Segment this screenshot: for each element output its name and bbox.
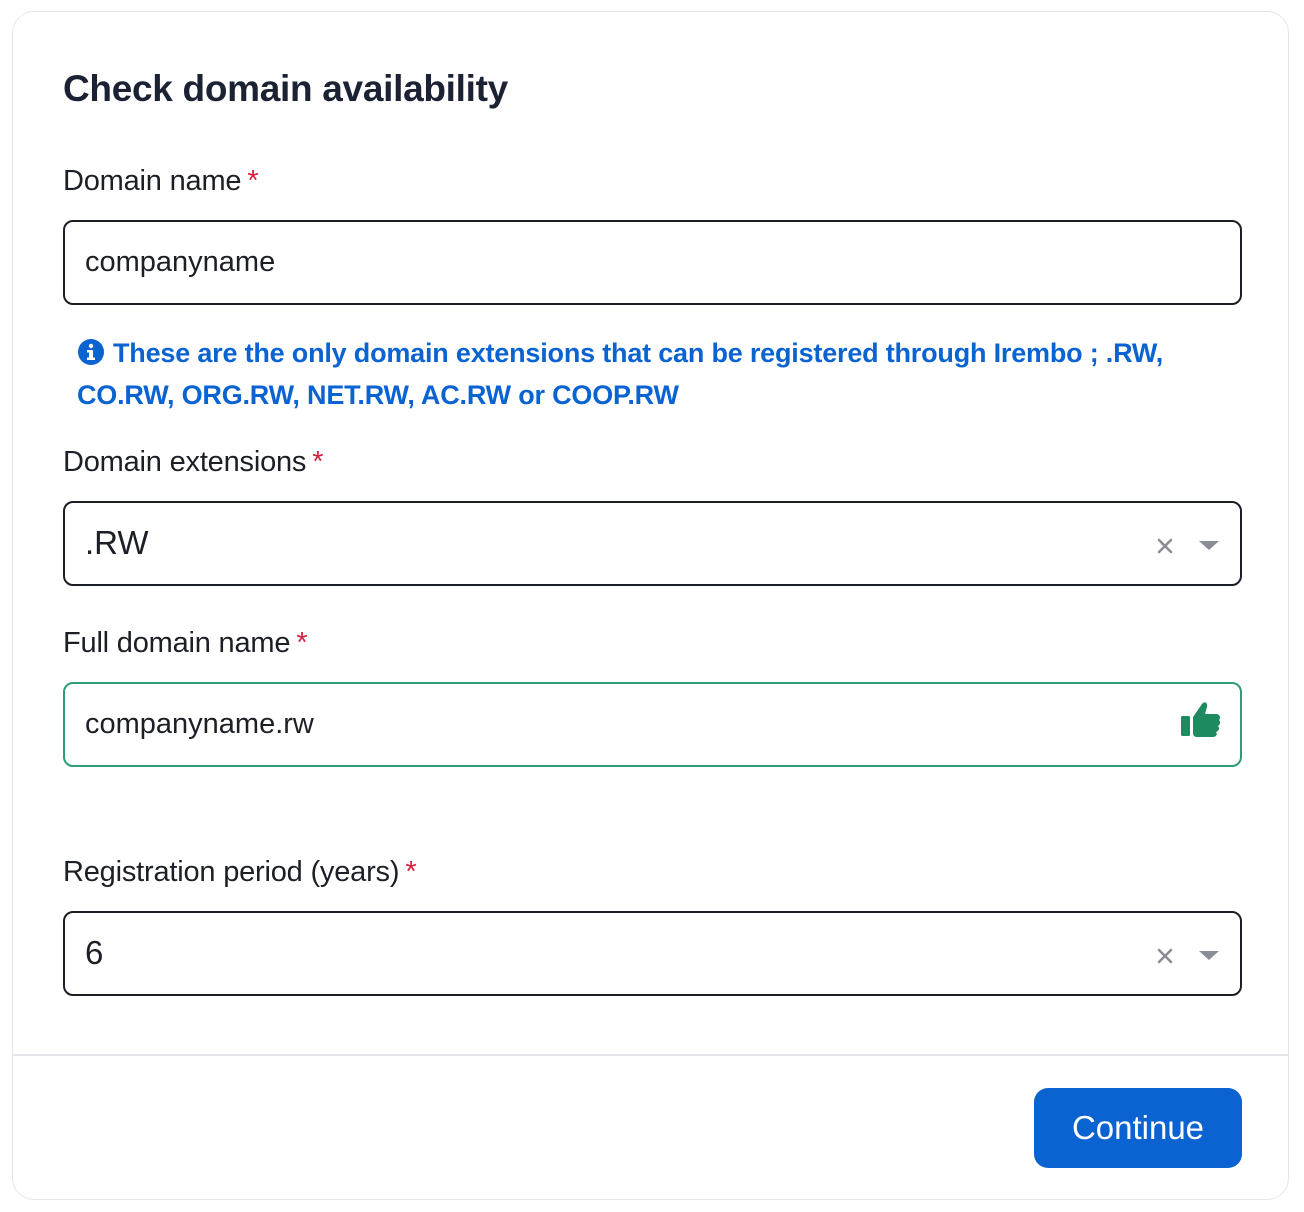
clear-icon[interactable]: [1152, 531, 1180, 559]
required-marker: *: [405, 856, 417, 888]
required-marker: *: [247, 165, 259, 197]
full-domain-name-label: Full domain name *: [63, 627, 308, 660]
continue-button[interactable]: Continue: [1034, 1088, 1242, 1168]
thumbs-up-icon: [1181, 702, 1221, 737]
page-title: Check domain availability: [63, 68, 508, 109]
full-domain-name-label-text: Full domain name: [63, 627, 291, 659]
footer-divider: [13, 1054, 1288, 1056]
domain-name-input[interactable]: [85, 222, 985, 303]
chevron-down-icon[interactable]: [1196, 531, 1222, 559]
domain-check-card: Check domain availability Domain name* T…: [12, 11, 1289, 1200]
full-domain-name-input[interactable]: [85, 684, 985, 765]
domain-name-field[interactable]: [63, 220, 1242, 305]
chevron-down-icon[interactable]: [1196, 941, 1222, 969]
info-icon: [78, 339, 104, 365]
clear-icon[interactable]: [1152, 941, 1180, 969]
required-marker: *: [296, 627, 308, 659]
domain-name-label: Domain name *: [63, 165, 259, 198]
domain-name-label-text: Domain name: [63, 165, 242, 197]
info-note-text: These are the only domain extensions tha…: [77, 338, 1164, 410]
domain-extensions-label: Domain extensions *: [63, 446, 324, 479]
full-domain-name-field[interactable]: [63, 682, 1242, 767]
required-marker: *: [312, 446, 324, 478]
registration-period-select[interactable]: 6: [63, 911, 1242, 996]
registration-period-label-text: Registration period (years): [63, 856, 400, 888]
domain-extensions-selected-value: .RW: [85, 524, 149, 561]
registration-period-selected-value: 6: [85, 934, 104, 971]
registration-period-label: Registration period (years) *: [63, 856, 417, 889]
domain-extensions-select[interactable]: .RW: [63, 501, 1242, 586]
domain-extensions-label-text: Domain extensions: [63, 446, 307, 478]
extensions-info-note: These are the only domain extensions tha…: [77, 332, 1257, 416]
